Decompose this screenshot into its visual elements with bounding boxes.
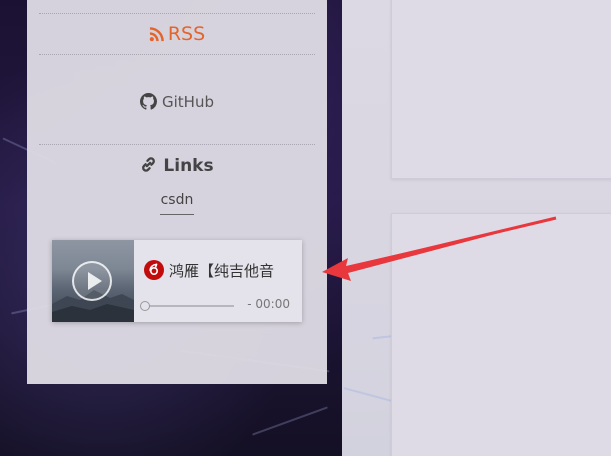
divider bbox=[39, 13, 315, 14]
post-card bbox=[391, 213, 611, 456]
netease-music-icon bbox=[144, 260, 164, 280]
track-time: - 00:00 bbox=[247, 297, 290, 311]
rss-label: RSS bbox=[167, 23, 206, 45]
progress-knob[interactable] bbox=[140, 301, 150, 311]
link-csdn[interactable]: csdn bbox=[159, 190, 195, 215]
rss-icon bbox=[149, 23, 168, 45]
divider bbox=[39, 54, 315, 55]
sidebar-panel: RSS GitHub Links csdn bbox=[27, 0, 327, 384]
music-player: 鸿雁【纯吉他音 - 00:00 bbox=[52, 240, 302, 322]
post-card bbox=[391, 0, 611, 179]
links-title: Links bbox=[163, 156, 214, 176]
github-link[interactable]: GitHub bbox=[27, 92, 327, 112]
github-icon bbox=[140, 93, 162, 111]
rss-link[interactable]: RSS bbox=[27, 22, 327, 46]
links-heading: Links bbox=[27, 155, 327, 177]
links-list: csdn bbox=[27, 189, 327, 215]
track-title: 鸿雁【纯吉他音 bbox=[169, 262, 275, 280]
play-button[interactable] bbox=[72, 261, 112, 301]
divider bbox=[39, 144, 315, 145]
track-info: 鸿雁【纯吉他音 bbox=[144, 260, 294, 282]
progress-bar[interactable] bbox=[140, 301, 234, 311]
github-label: GitHub bbox=[162, 93, 214, 111]
link-icon bbox=[140, 156, 163, 176]
background-streak bbox=[252, 406, 328, 436]
album-cover bbox=[52, 240, 134, 322]
